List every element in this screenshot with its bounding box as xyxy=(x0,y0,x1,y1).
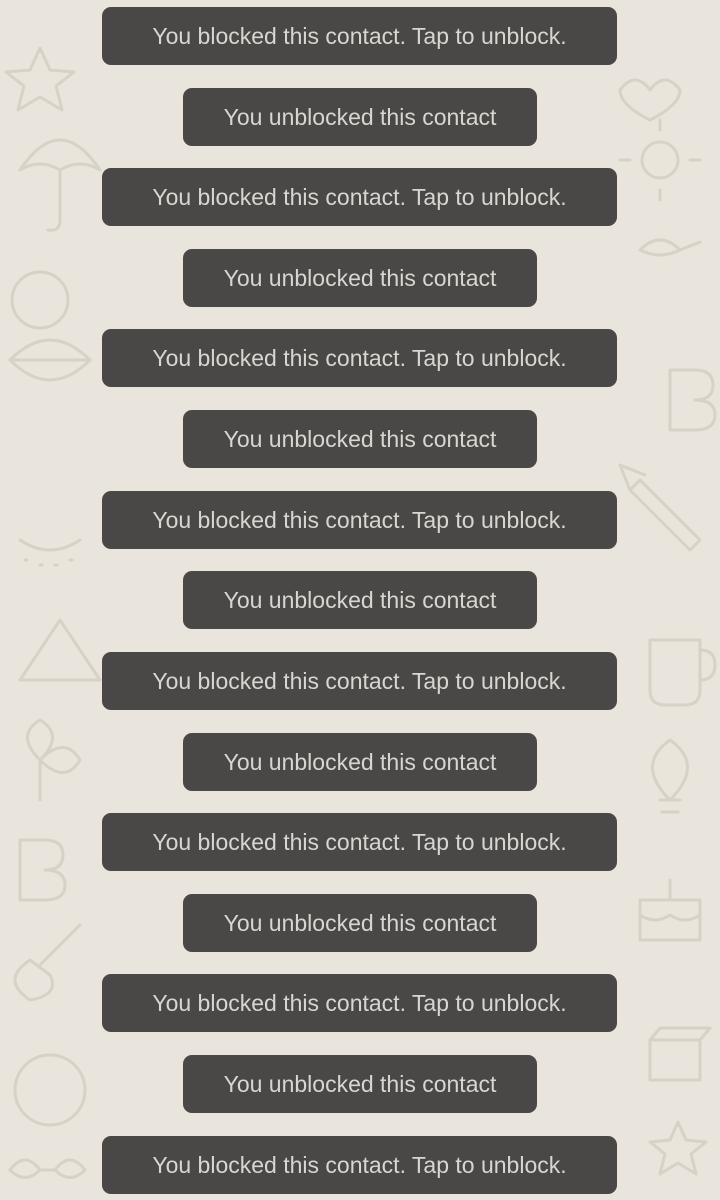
blocked-notice[interactable]: You blocked this contact. Tap to unblock… xyxy=(102,1136,617,1194)
unblocked-notice: You unblocked this contact xyxy=(183,410,537,468)
unblocked-notice: You unblocked this contact xyxy=(183,571,537,629)
unblocked-notice: You unblocked this contact xyxy=(183,894,537,952)
blocked-notice[interactable]: You blocked this contact. Tap to unblock… xyxy=(102,7,617,65)
blocked-notice[interactable]: You blocked this contact. Tap to unblock… xyxy=(102,491,617,549)
blocked-notice[interactable]: You blocked this contact. Tap to unblock… xyxy=(102,329,617,387)
blocked-notice[interactable]: You blocked this contact. Tap to unblock… xyxy=(102,168,617,226)
blocked-notice[interactable]: You blocked this contact. Tap to unblock… xyxy=(102,974,617,1032)
blocked-notice[interactable]: You blocked this contact. Tap to unblock… xyxy=(102,813,617,871)
unblocked-notice: You unblocked this contact xyxy=(183,733,537,791)
unblocked-notice: You unblocked this contact xyxy=(183,249,537,307)
chat-message-list[interactable]: You blocked this contact. Tap to unblock… xyxy=(0,0,720,1200)
blocked-notice[interactable]: You blocked this contact. Tap to unblock… xyxy=(102,652,617,710)
unblocked-notice: You unblocked this contact xyxy=(183,1055,537,1113)
unblocked-notice: You unblocked this contact xyxy=(183,88,537,146)
